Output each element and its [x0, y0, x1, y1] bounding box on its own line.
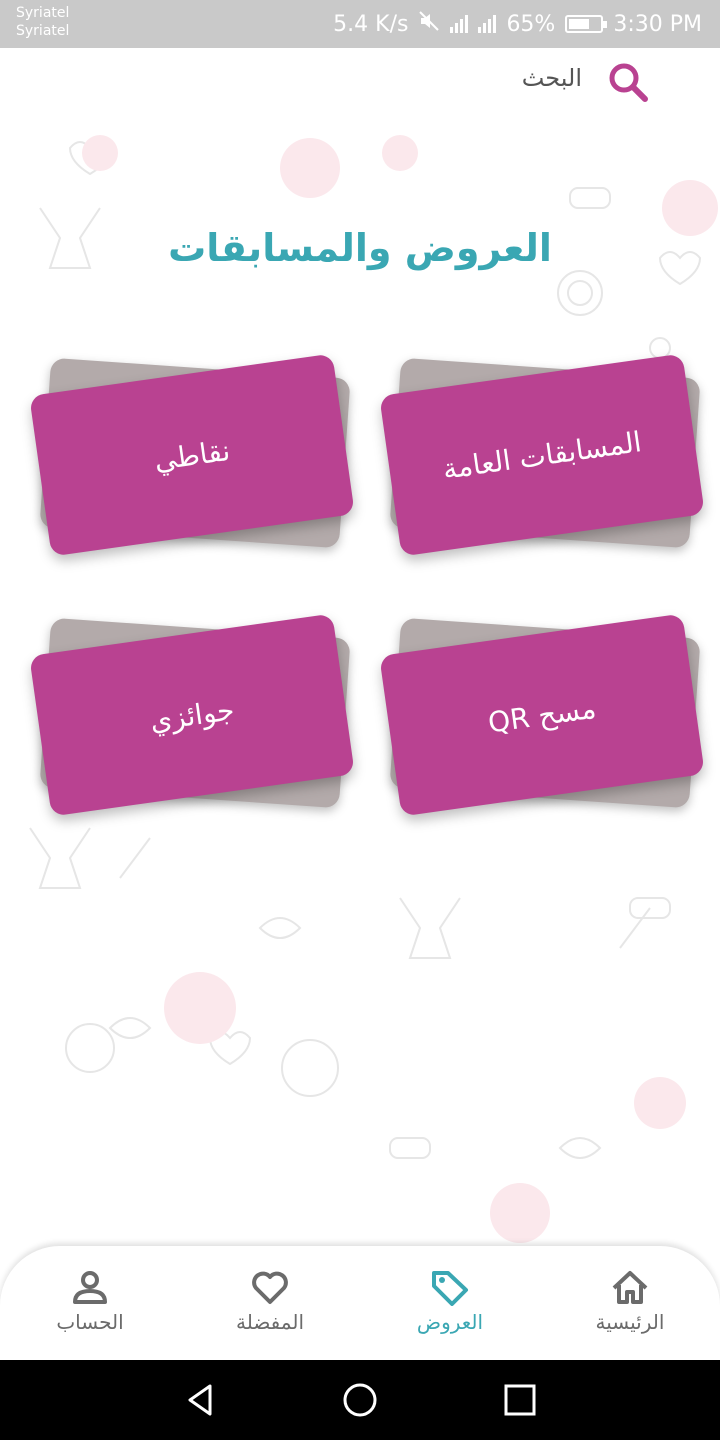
- nav-label: العروض: [416, 1310, 484, 1334]
- back-icon[interactable]: [180, 1380, 220, 1420]
- heart-icon: [252, 1271, 288, 1304]
- page-title: العروض والمسابقات: [168, 226, 552, 270]
- nav-item-favorites[interactable]: المفضلة: [200, 1268, 340, 1334]
- card-label: جوائزي: [147, 692, 237, 738]
- home-icon: [612, 1271, 648, 1304]
- bottom-navigation: الرئيسية العروض المفضلة الحساب: [0, 1246, 720, 1360]
- nav-label: الرئيسية: [595, 1310, 665, 1334]
- status-bar: Syriatel Syriatel 5.4 K/s 65% 3:30 PM: [0, 0, 720, 48]
- card-scan-qr[interactable]: مسح QR: [379, 610, 705, 817]
- battery-icon: [565, 15, 608, 33]
- nav-item-account[interactable]: الحساب: [20, 1268, 160, 1334]
- card-my-points[interactable]: نقاطي: [29, 350, 355, 557]
- nav-label: الحساب: [56, 1310, 124, 1334]
- system-navigation-bar: [0, 1360, 720, 1440]
- network-speed: 5.4 K/s: [333, 11, 409, 37]
- search-icon[interactable]: [606, 60, 650, 104]
- battery-percent: 65%: [506, 11, 556, 37]
- nav-item-offers[interactable]: العروض: [380, 1268, 520, 1334]
- card-label: نقاطي: [152, 433, 232, 477]
- carrier-1: Syriatel: [16, 5, 70, 21]
- carrier-names: Syriatel Syriatel: [16, 4, 69, 40]
- search-label[interactable]: البحث: [522, 64, 582, 92]
- card-label: مسح QR: [485, 691, 598, 739]
- signal-icon: [450, 15, 469, 33]
- mute-icon: [418, 10, 440, 38]
- user-icon: [73, 1271, 107, 1304]
- nav-label: المفضلة: [235, 1310, 305, 1334]
- signal-icon-2: [478, 15, 497, 33]
- status-indicators: 5.4 K/s 65% 3:30 PM: [333, 8, 702, 40]
- clock: 3:30 PM: [613, 11, 702, 37]
- tag-icon: [432, 1271, 468, 1306]
- home-button-icon[interactable]: [340, 1380, 380, 1420]
- card-public-contests[interactable]: المسابقات العامة: [379, 350, 705, 557]
- card-label: المسابقات العامة: [440, 424, 644, 486]
- card-my-prizes[interactable]: جوائزي: [29, 610, 355, 817]
- recents-icon[interactable]: [500, 1380, 540, 1420]
- carrier-2: Syriatel: [16, 23, 70, 39]
- nav-item-home[interactable]: الرئيسية: [560, 1268, 700, 1334]
